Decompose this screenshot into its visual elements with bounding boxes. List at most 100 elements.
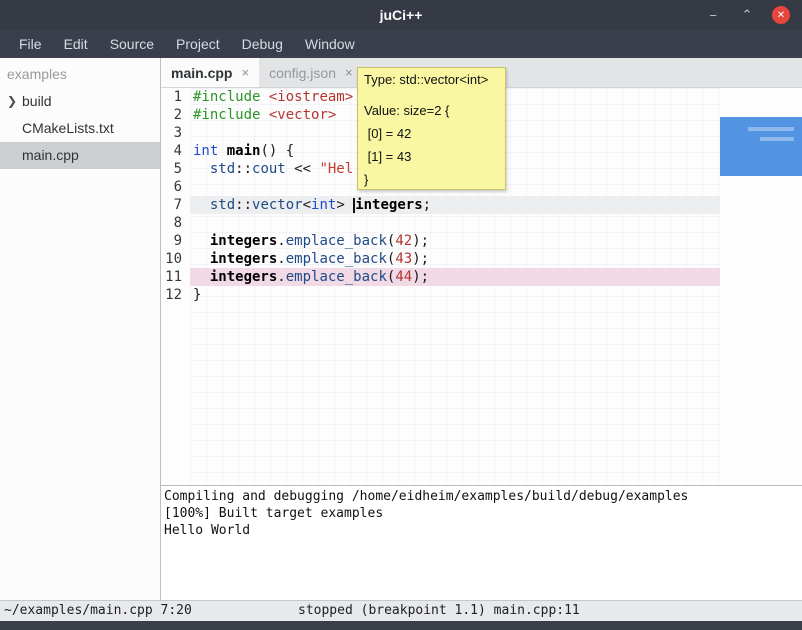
code-token [193, 161, 210, 177]
code-token: > [336, 197, 353, 213]
code-token: . [277, 233, 285, 249]
code-line[interactable]: 11 integers.emplace_back(44); [161, 268, 802, 286]
menubar: File Edit Source Project Debug Window [0, 30, 802, 58]
tooltip-value-line: [1] = 43 [364, 145, 499, 168]
line-number[interactable]: 6 [161, 178, 190, 196]
tooltip-value-line: Value: size=2 { [364, 99, 499, 122]
code-token [218, 143, 226, 159]
code-token: integers [210, 233, 277, 249]
tab-main-cpp[interactable]: main.cpp × [161, 58, 259, 87]
code-text[interactable] [190, 214, 193, 232]
code-text[interactable]: #include <iostream> [190, 88, 353, 106]
code-token: #include [193, 107, 260, 123]
code-token: :: [235, 197, 252, 213]
line-number[interactable]: 4 [161, 142, 190, 160]
tab-config-json[interactable]: config.json × [259, 58, 363, 87]
menu-file[interactable]: File [8, 30, 53, 58]
window-controls: − ⌃ ✕ [704, 0, 790, 30]
status-bar: ~/examples/main.cpp 7:20 stopped (breakp… [0, 600, 802, 621]
code-text[interactable]: integers.emplace_back(42); [190, 232, 429, 250]
code-token: ); [412, 251, 429, 267]
tab-label: main.cpp [171, 65, 232, 81]
code-token [193, 233, 210, 249]
tab-label: config.json [269, 65, 336, 81]
code-token: int [193, 143, 218, 159]
code-token: integers [355, 197, 422, 213]
overlay-line [748, 127, 794, 131]
line-number[interactable]: 1 [161, 88, 190, 106]
code-token: () { [260, 143, 294, 159]
code-token: cout [252, 161, 286, 177]
output-console: Compiling and debugging /home/eidheim/ex… [161, 485, 802, 600]
code-text[interactable]: integers.emplace_back(44); [190, 268, 429, 286]
sidebar-item-build[interactable]: ❯ build [0, 88, 160, 115]
code-token: main [227, 143, 261, 159]
code-line[interactable]: 12} [161, 286, 802, 304]
line-number[interactable]: 7 [161, 196, 190, 214]
sidebar-item-cmakelists[interactable]: CMakeLists.txt [0, 115, 160, 142]
code-token: ); [412, 233, 429, 249]
line-number[interactable]: 12 [161, 286, 190, 304]
code-token: 42 [395, 233, 412, 249]
project-name-header: examples [0, 58, 160, 88]
code-token [193, 269, 210, 285]
code-text[interactable]: int main() { [190, 142, 294, 160]
minimize-button[interactable]: − [704, 6, 722, 24]
code-text[interactable]: } [190, 286, 201, 304]
code-text[interactable] [190, 124, 193, 142]
code-token: . [277, 251, 285, 267]
code-text[interactable]: std::cout << "Hel [190, 160, 353, 178]
code-token: <vector> [269, 107, 336, 123]
tooltip-value-line: [0] = 42 [364, 122, 499, 145]
menu-project[interactable]: Project [165, 30, 231, 58]
titlebar: juCi++ − ⌃ ✕ [0, 0, 802, 30]
sidebar-item-label: CMakeLists.txt [22, 120, 114, 136]
line-number[interactable]: 11 [161, 268, 190, 286]
code-token: <iostream> [269, 89, 353, 105]
code-text[interactable]: integers.emplace_back(43); [190, 250, 429, 268]
code-line[interactable]: 9 integers.emplace_back(42); [161, 232, 802, 250]
line-number[interactable]: 8 [161, 214, 190, 232]
code-token [193, 197, 210, 213]
status-file-position: ~/examples/main.cpp 7:20 [4, 601, 192, 621]
code-line[interactable]: 8 [161, 214, 802, 232]
tab-close-icon[interactable]: × [241, 65, 249, 80]
code-line[interactable]: 7 std::vector<int> integers; [161, 196, 802, 214]
close-button[interactable]: ✕ [772, 6, 790, 24]
line-number[interactable]: 9 [161, 232, 190, 250]
blue-overlay-panel [720, 117, 802, 176]
code-token: #include [193, 89, 260, 105]
status-debug-state: stopped (breakpoint 1.1) main.cpp:11 [298, 601, 580, 621]
code-token: ); [412, 269, 429, 285]
maximize-button[interactable]: ⌃ [738, 6, 756, 24]
menu-debug[interactable]: Debug [231, 30, 294, 58]
line-number[interactable]: 2 [161, 106, 190, 124]
line-number[interactable]: 3 [161, 124, 190, 142]
line-number[interactable]: 10 [161, 250, 190, 268]
code-text[interactable]: std::vector<int> integers; [190, 196, 431, 214]
sidebar-item-label: build [22, 93, 52, 109]
code-token: vector [252, 197, 303, 213]
tooltip-value-line: } [364, 168, 499, 191]
menu-edit[interactable]: Edit [53, 30, 99, 58]
console-line: [100%] Built target examples [164, 505, 802, 522]
menu-source[interactable]: Source [99, 30, 165, 58]
sidebar-item-maincpp[interactable]: main.cpp [0, 142, 160, 169]
code-token: . [277, 269, 285, 285]
code-text[interactable] [190, 178, 193, 196]
code-token: integers [210, 269, 277, 285]
tooltip-type-line: Type: std::vector<int> [364, 71, 499, 89]
code-token: emplace_back [286, 233, 387, 249]
tab-close-icon[interactable]: × [345, 65, 353, 80]
code-token: ; [423, 197, 431, 213]
menu-window[interactable]: Window [294, 30, 366, 58]
code-token: integers [210, 251, 277, 267]
chevron-right-icon[interactable]: ❯ [7, 88, 17, 115]
code-line[interactable]: 10 integers.emplace_back(43); [161, 250, 802, 268]
code-text[interactable]: #include <vector> [190, 106, 336, 124]
code-token: "Hel [319, 161, 353, 177]
code-token: emplace_back [286, 251, 387, 267]
line-number[interactable]: 5 [161, 160, 190, 178]
code-token: std [210, 197, 235, 213]
code-token: 43 [395, 251, 412, 267]
